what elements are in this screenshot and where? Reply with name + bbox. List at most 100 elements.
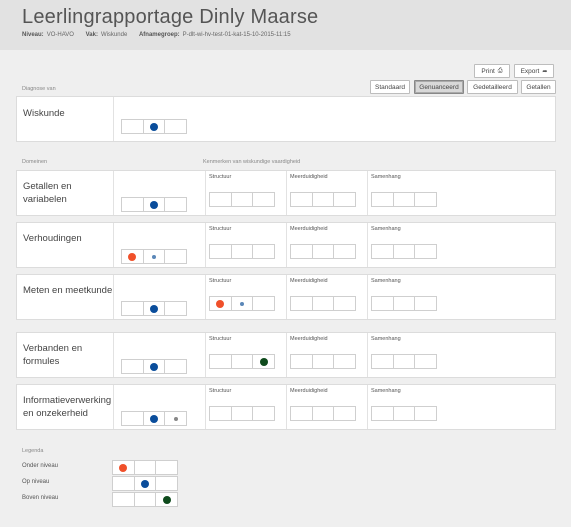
kenmerk-header: Meerduidigheid <box>290 174 328 180</box>
scale-cell <box>165 412 186 425</box>
scale-cell <box>165 250 186 263</box>
export-button[interactable]: Export ➦ <box>514 64 554 78</box>
op-dot <box>150 414 158 423</box>
kenmerk-scale-structuur <box>209 244 275 259</box>
kenmerk-header: Meerduidigheid <box>290 336 328 342</box>
scale-cell <box>313 355 335 368</box>
op-dot <box>141 479 149 488</box>
scale-cell <box>394 355 416 368</box>
domain-name: Verbanden en formules <box>23 343 83 367</box>
card-divider <box>286 333 287 377</box>
onder-dot <box>216 299 225 308</box>
kenmerk-scale-samenhang <box>371 244 437 259</box>
legenda-section-label: Legenda <box>22 448 44 454</box>
scale-cell <box>253 297 274 310</box>
card-divider <box>205 385 206 429</box>
scale-cell <box>122 360 144 373</box>
view-standaard-label: Standaard <box>375 83 405 91</box>
card-divider <box>205 171 206 215</box>
print-button[interactable]: Print ⎙ <box>474 64 510 78</box>
scale-cell <box>113 493 135 506</box>
scale-cell <box>210 355 232 368</box>
scale-cell <box>372 407 394 420</box>
kenmerk-header: Samenhang <box>371 278 401 284</box>
op-dot <box>150 304 158 313</box>
legend-scale <box>112 476 178 491</box>
view-standaard-button[interactable]: Standaard <box>370 80 410 94</box>
scale-cell <box>144 198 166 211</box>
diagnose-card: Wiskunde <box>16 96 556 142</box>
op-dot <box>150 362 158 371</box>
kenmerk-scale-samenhang <box>371 354 437 369</box>
card-divider <box>286 223 287 267</box>
domain-name: Getallen en variabelen <box>23 181 72 205</box>
kenmerk-header: Meerduidigheid <box>290 226 328 232</box>
kenmerk-scale-samenhang <box>371 296 437 311</box>
domain-row: Verbanden en formules Structuur Meerduidig… <box>16 332 556 378</box>
card-divider <box>286 171 287 215</box>
scale-cell <box>232 245 254 258</box>
afnamegroep-value: P-dlt-wi-hv-test-01-kat-15-10-2015-11:15 <box>182 32 291 38</box>
scale-cell <box>122 120 144 133</box>
scale-cell <box>313 193 335 206</box>
afnamegroep-label: Afnamegroep: <box>138 32 180 38</box>
small_dot-dot <box>240 301 244 306</box>
domain-name: Meten en meetkunde <box>23 285 113 296</box>
view-genuanceerd-button[interactable]: Genuanceerd <box>414 80 464 94</box>
kenmerk-header: Samenhang <box>371 336 401 342</box>
kenmerk-scale-meerduidigheid <box>290 354 356 369</box>
kenmerk-header: Samenhang <box>371 174 401 180</box>
scale-cell <box>144 250 166 263</box>
scale-cell <box>372 355 394 368</box>
kenmerk-scale-meerduidigheid <box>290 244 356 259</box>
scale-cell <box>334 245 355 258</box>
domain-level-scale <box>121 197 187 212</box>
scale-cell <box>135 477 157 490</box>
diagnose-subject: Wiskunde <box>23 108 65 119</box>
export-label: Export <box>520 67 540 75</box>
scale-cell <box>210 245 232 258</box>
view-gedetailleerd-button[interactable]: Gedetailleerd <box>467 80 518 94</box>
export-icon: ➦ <box>542 68 548 75</box>
domain-level-scale <box>121 359 187 374</box>
scale-cell <box>210 407 232 420</box>
scale-cell <box>313 297 335 310</box>
printer-icon: ⎙ <box>497 67 503 74</box>
scale-cell <box>122 250 144 263</box>
print-label: Print <box>481 67 495 75</box>
card-divider <box>286 275 287 319</box>
scale-cell <box>415 245 436 258</box>
card-divider <box>367 171 368 215</box>
kenmerk-header: Structuur <box>209 174 232 180</box>
scale-cell <box>291 245 313 258</box>
card-divider <box>205 333 206 377</box>
scale-cell <box>394 245 416 258</box>
niveau-value: VO-HAVO <box>46 32 74 38</box>
kenmerk-scale-meerduidigheid <box>290 192 356 207</box>
domain-name: Informatieverwerking en onzekerheid <box>23 395 112 419</box>
scale-cell <box>135 493 157 506</box>
scale-cell <box>334 407 355 420</box>
report-content: Print ⎙ Export ➦ Standaard Genuanceerd Ged… <box>0 50 571 527</box>
scale-cell <box>334 355 355 368</box>
scale-cell <box>253 407 274 420</box>
view-genuanceerd-label: Genuanceerd <box>419 83 459 91</box>
scale-cell <box>394 407 416 420</box>
diagnose-level-scale <box>121 119 187 134</box>
scale-cell <box>122 198 144 211</box>
scale-cell <box>394 193 416 206</box>
vak-value: Wiskunde <box>100 32 128 38</box>
scale-cell <box>415 297 436 310</box>
domain-level-scale <box>121 249 187 264</box>
scale-cell <box>253 245 274 258</box>
scale-cell <box>144 120 166 133</box>
domain-level-scale <box>121 411 187 426</box>
scale-cell <box>313 245 335 258</box>
scale-cell <box>232 407 254 420</box>
domain-row: Meten en meetkunde Structuur Meerduidighei… <box>16 274 556 320</box>
scale-cell <box>372 193 394 206</box>
scale-cell <box>113 461 135 474</box>
legend-label: Onder niveau <box>22 463 59 469</box>
scale-cell <box>291 193 313 206</box>
view-getallen-button[interactable]: Getallen <box>521 80 556 94</box>
